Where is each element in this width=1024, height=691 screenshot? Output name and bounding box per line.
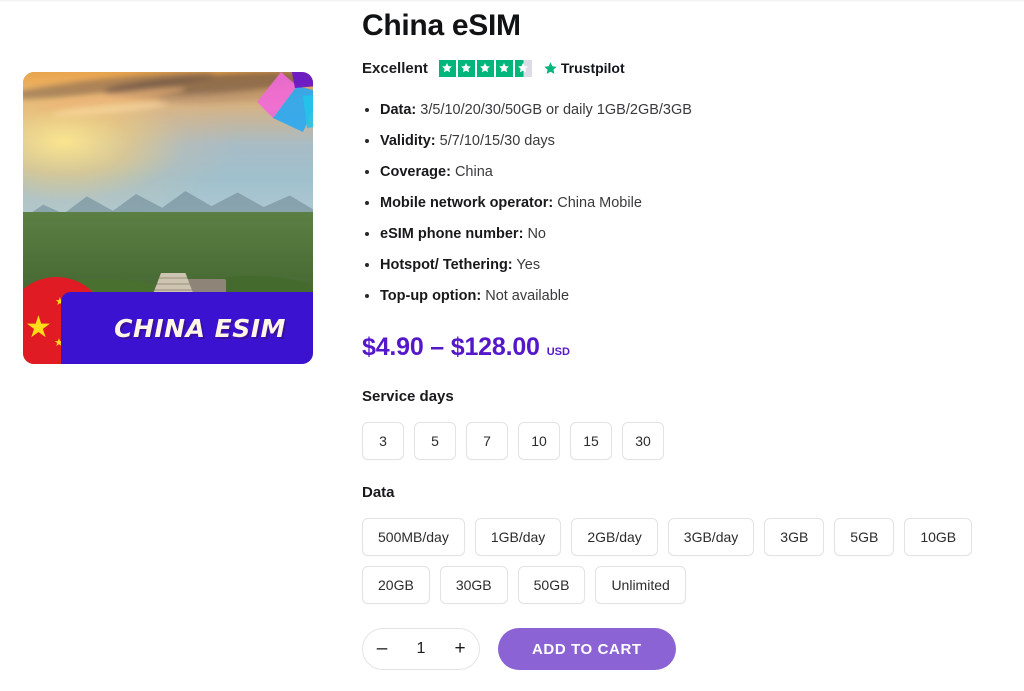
spec-item-phone-number: eSIM phone number: No xyxy=(362,224,994,245)
product-spec-list: Data: 3/5/10/20/30/50GB or daily 1GB/2GB… xyxy=(362,100,994,307)
quantity-input[interactable] xyxy=(401,640,441,659)
product-page: ★ ★ ★ ★ ★ CHINA ESIM China eSIM Excellen… xyxy=(0,0,1024,691)
data-option[interactable]: 2GB/day xyxy=(571,518,658,557)
spec-key: eSIM phone number: xyxy=(380,226,524,243)
spec-value: 5/7/10/15/30 days xyxy=(439,133,555,150)
quantity-decrease-button[interactable]: – xyxy=(363,629,401,669)
data-option[interactable]: 20GB xyxy=(362,566,430,605)
star-icon xyxy=(438,59,456,77)
trustpilot-brand[interactable]: Trustpilot xyxy=(543,60,625,76)
data-option[interactable]: Unlimited xyxy=(595,566,686,605)
service-days-option[interactable]: 3 xyxy=(362,422,404,461)
spec-value: Yes xyxy=(516,257,541,274)
page-title: China eSIM xyxy=(362,9,521,42)
service-days-option[interactable]: 15 xyxy=(570,422,612,461)
data-option[interactable]: 3GB xyxy=(764,518,825,557)
price-currency: USD xyxy=(546,346,570,359)
spec-value: Not available xyxy=(485,288,570,305)
star-icon xyxy=(476,59,494,77)
spec-item-validity: Validity: 5/7/10/15/30 days xyxy=(362,131,994,152)
spec-item-hotspot: Hotspot/ Tethering: Yes xyxy=(362,255,994,276)
product-image-banner-label: CHINA ESIM xyxy=(114,313,286,343)
data-option[interactable]: 10GB xyxy=(904,518,973,557)
service-days-option[interactable]: 10 xyxy=(518,422,560,461)
product-details: China eSIM Excellent Trustpilot Data: 3/… xyxy=(360,0,1024,671)
data-label: Data xyxy=(362,484,395,502)
quantity-stepper[interactable]: – + xyxy=(362,628,480,671)
data-option[interactable]: 30GB xyxy=(439,566,508,605)
service-days-label: Service days xyxy=(362,388,454,406)
data-options: 500MB/day 1GB/day 2GB/day 3GB/day 3GB 5G… xyxy=(362,518,994,605)
data-option[interactable]: 500MB/day xyxy=(362,518,465,557)
star-half-icon xyxy=(514,59,532,77)
service-days-option[interactable]: 5 xyxy=(414,422,456,461)
star-icon xyxy=(457,59,475,77)
service-days-options: 3 5 7 10 15 30 xyxy=(362,422,994,461)
trustpilot-brand-label: Trustpilot xyxy=(560,60,625,76)
trustpilot-star-icon xyxy=(544,61,557,74)
data-option[interactable]: 3GB/day xyxy=(667,518,755,557)
spec-value: China xyxy=(454,164,493,181)
spec-key: Hotspot/ Tethering: xyxy=(380,257,513,274)
spec-item-operator: Mobile network operator: China Mobile xyxy=(362,193,994,214)
data-option[interactable]: 50GB xyxy=(517,566,586,605)
trustpilot-stars xyxy=(438,59,532,77)
spec-key: Validity: xyxy=(380,133,436,150)
spec-item-coverage: Coverage: China xyxy=(362,162,994,183)
brand-fan-logo xyxy=(251,72,313,144)
quantity-increase-button[interactable]: + xyxy=(441,629,479,669)
service-days-option[interactable]: 30 xyxy=(622,422,664,461)
spec-item-data: Data: 3/5/10/20/30/50GB or daily 1GB/2GB… xyxy=(362,100,994,121)
add-to-cart-button[interactable]: ADD TO CART xyxy=(498,628,676,671)
price-block: $4.90 – $128.00 USD xyxy=(362,333,994,362)
spec-value: 3/5/10/20/30/50GB or daily 1GB/2GB/3GB xyxy=(420,102,692,118)
product-image[interactable]: ★ ★ ★ ★ ★ CHINA ESIM xyxy=(23,72,313,364)
spec-key: Data: xyxy=(380,102,417,118)
price-range: $4.90 – $128.00 xyxy=(362,333,540,362)
cart-controls: – + ADD TO CART xyxy=(362,628,994,671)
product-image-banner: CHINA ESIM xyxy=(61,292,313,364)
spec-value: No xyxy=(527,226,546,243)
spec-key: Top-up option: xyxy=(380,288,482,305)
spec-key: Mobile network operator: xyxy=(380,195,554,212)
data-option[interactable]: 5GB xyxy=(834,518,895,557)
product-gallery: ★ ★ ★ ★ ★ CHINA ESIM xyxy=(0,0,360,364)
flag-star-large: ★ xyxy=(25,311,52,344)
data-option[interactable]: 1GB/day xyxy=(474,518,562,557)
spec-value: China Mobile xyxy=(557,195,642,212)
trustpilot-label: Excellent xyxy=(362,59,428,77)
service-days-option[interactable]: 7 xyxy=(466,422,508,461)
star-icon xyxy=(495,59,513,77)
trustpilot-rating[interactable]: Excellent Trustpilot xyxy=(362,58,994,78)
spec-item-topup: Top-up option: Not available xyxy=(362,286,994,307)
spec-key: Coverage: xyxy=(380,164,451,181)
